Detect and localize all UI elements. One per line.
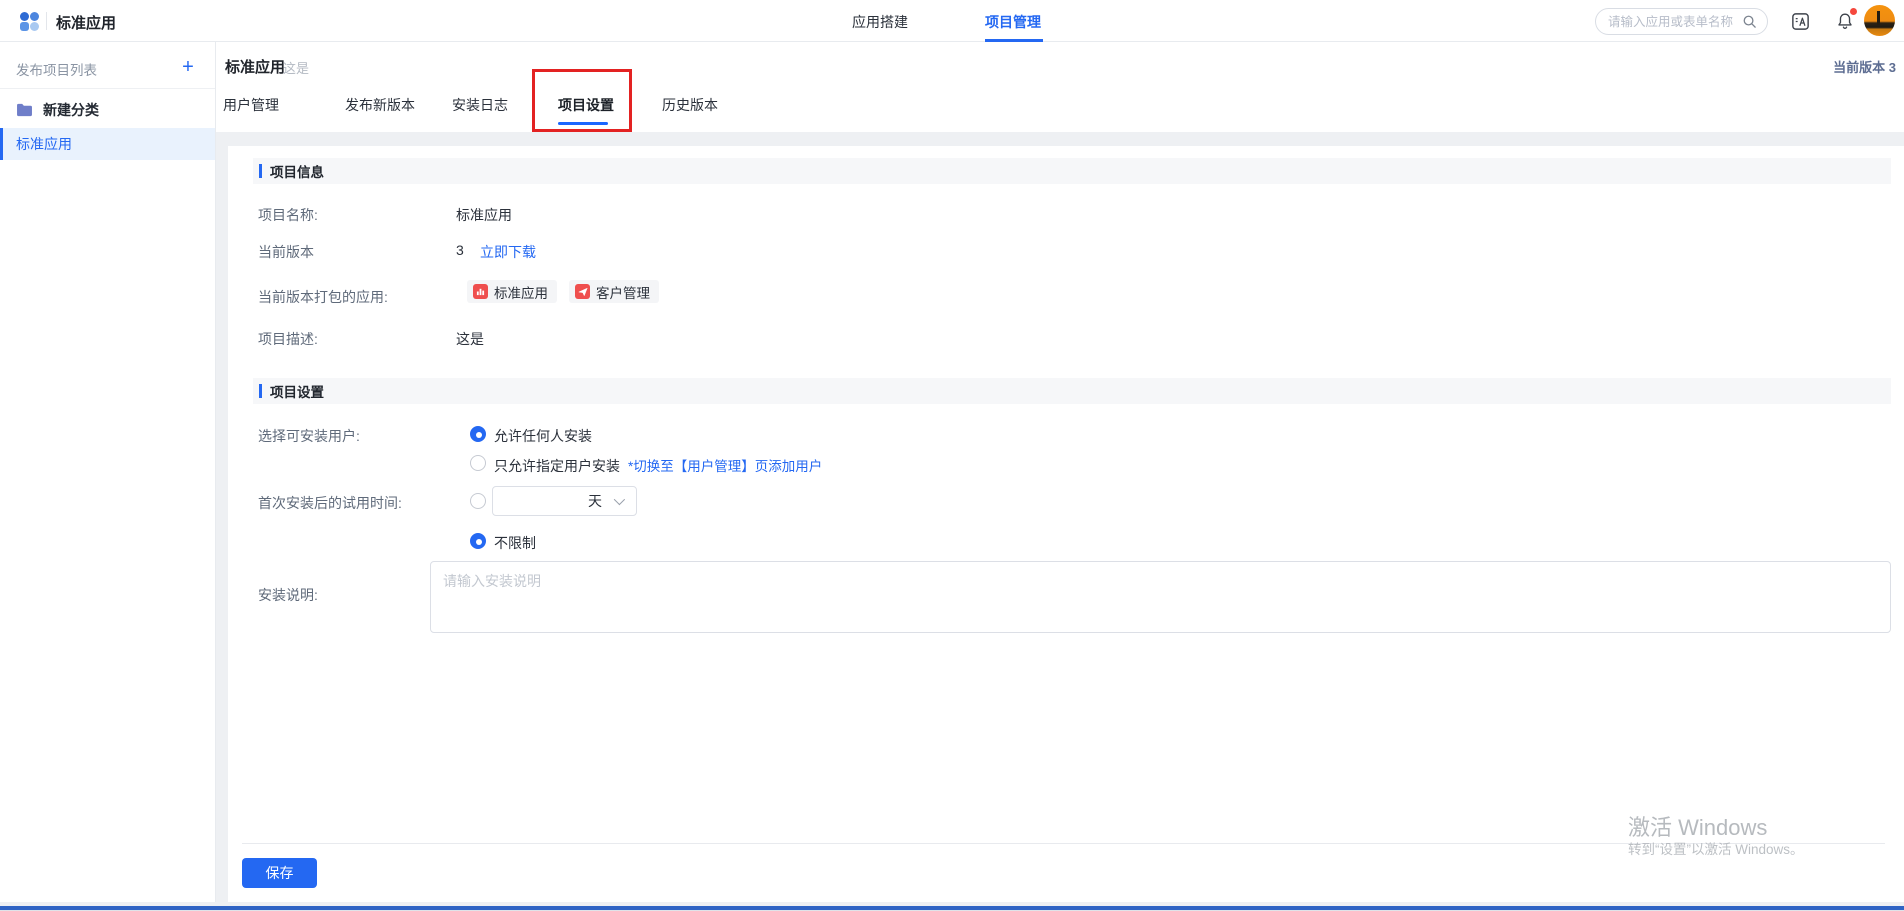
tab-history-versions[interactable]: 历史版本 <box>662 95 718 115</box>
page-subtitle: 这是 <box>283 58 309 77</box>
install-user-label: 选择可安装用户: <box>258 426 360 446</box>
sidebar-header-label: 发布项目列表 <box>16 59 97 79</box>
trial-days-select[interactable]: 天 <box>492 486 637 516</box>
folder-icon <box>16 103 33 117</box>
app-chip-label: 客户管理 <box>596 282 650 302</box>
current-version-note[interactable]: 当前版本 3 <box>1833 57 1896 76</box>
project-name-value: 标准应用 <box>456 205 512 225</box>
sidebar-item-standard-app[interactable]: 标准应用 <box>0 128 215 160</box>
active-tab-underline <box>558 122 608 125</box>
nav-project-management[interactable]: 项目管理 <box>985 12 1041 32</box>
project-name-label: 项目名称: <box>258 205 318 225</box>
radio-allow-anyone-label[interactable]: 允许任何人安装 <box>494 426 592 446</box>
divider <box>0 88 215 89</box>
top-bar: 标准应用 应用搭建 项目管理 <box>0 0 1904 42</box>
save-button[interactable]: 保存 <box>242 858 317 888</box>
paper-plane-icon <box>575 284 590 299</box>
sidebar-item-category[interactable]: 新建分类 <box>0 94 215 126</box>
section-title: 项目设置 <box>270 381 324 401</box>
tab-project-settings[interactable]: 项目设置 <box>558 95 614 115</box>
download-link[interactable]: 立即下载 <box>480 242 536 262</box>
app-chip-standard: 标准应用 <box>467 280 557 303</box>
notification-dot <box>1850 8 1857 15</box>
windows-activation-watermark-sub: 转到“设置”以激活 Windows。 <box>1628 838 1804 858</box>
nav-app-builder[interactable]: 应用搭建 <box>852 12 908 32</box>
content-header: 标准应用 这是 当前版本 3 用户管理 发布新版本 安装日志 项目设置 历史版本 <box>216 42 1904 132</box>
sidebar-header: 发布项目列表 + <box>0 54 215 84</box>
radio-specified-users-label[interactable]: 只允许指定用户安装*切换至【用户管理】页添加用户 <box>494 455 822 476</box>
chevron-down-icon <box>614 494 625 505</box>
search-icon[interactable] <box>1742 14 1757 29</box>
tab-user-management[interactable]: 用户管理 <box>223 95 279 115</box>
bar-chart-icon <box>473 284 488 299</box>
radio-unlimited-label[interactable]: 不限制 <box>494 533 536 553</box>
sidebar: 发布项目列表 + 新建分类 标准应用 <box>0 42 216 902</box>
radio-trial-days[interactable] <box>470 493 486 509</box>
section-title: 项目信息 <box>270 161 324 181</box>
notifications-bell-icon[interactable] <box>1833 9 1857 33</box>
app-chip-customer: 客户管理 <box>569 280 659 303</box>
project-settings-panel: 项目信息 项目名称: 标准应用 当前版本 3 立即下载 当前版本打包的应用: 标… <box>228 146 1904 902</box>
active-nav-underline <box>985 39 1043 42</box>
add-project-button[interactable]: + <box>175 54 201 80</box>
divider <box>46 12 47 30</box>
trial-time-label: 首次安装后的试用时间: <box>258 493 402 513</box>
tab-install-log[interactable]: 安装日志 <box>452 95 508 115</box>
section-accent-bar <box>259 164 262 178</box>
packaged-apps-chips: 标准应用 客户管理 <box>467 280 659 303</box>
page-title: 标准应用 <box>225 56 285 77</box>
tab-release-version[interactable]: 发布新版本 <box>345 95 415 115</box>
trial-unit-value: 天 <box>588 491 602 511</box>
sidebar-item-label: 标准应用 <box>16 134 72 154</box>
description-value: 这是 <box>456 329 484 349</box>
packaged-apps-label: 当前版本打包的应用: <box>258 287 388 307</box>
radio-specified-users[interactable] <box>470 455 486 471</box>
app-logo-icon[interactable] <box>20 12 39 31</box>
global-search[interactable] <box>1595 8 1768 35</box>
install-note-textarea[interactable] <box>430 561 1891 633</box>
description-label: 项目描述: <box>258 329 318 349</box>
install-note-label: 安装说明: <box>258 585 318 605</box>
sidebar-item-label: 新建分类 <box>43 100 99 120</box>
radio-unlimited[interactable] <box>470 533 486 549</box>
radio-allow-anyone[interactable] <box>470 426 486 442</box>
user-avatar[interactable] <box>1864 5 1895 36</box>
app-chip-label: 标准应用 <box>494 282 548 302</box>
switch-to-user-management-hint: *切换至【用户管理】页添加用户 <box>628 459 822 474</box>
section-accent-bar <box>259 384 262 398</box>
current-version-value: 3 <box>456 242 464 258</box>
app-title: 标准应用 <box>56 12 116 33</box>
section-project-settings: 项目设置 <box>253 378 1891 404</box>
user-directory-icon[interactable] <box>1788 9 1812 33</box>
section-project-info: 项目信息 <box>253 158 1891 184</box>
current-version-label: 当前版本 <box>258 242 314 262</box>
search-input[interactable] <box>1608 15 1742 29</box>
